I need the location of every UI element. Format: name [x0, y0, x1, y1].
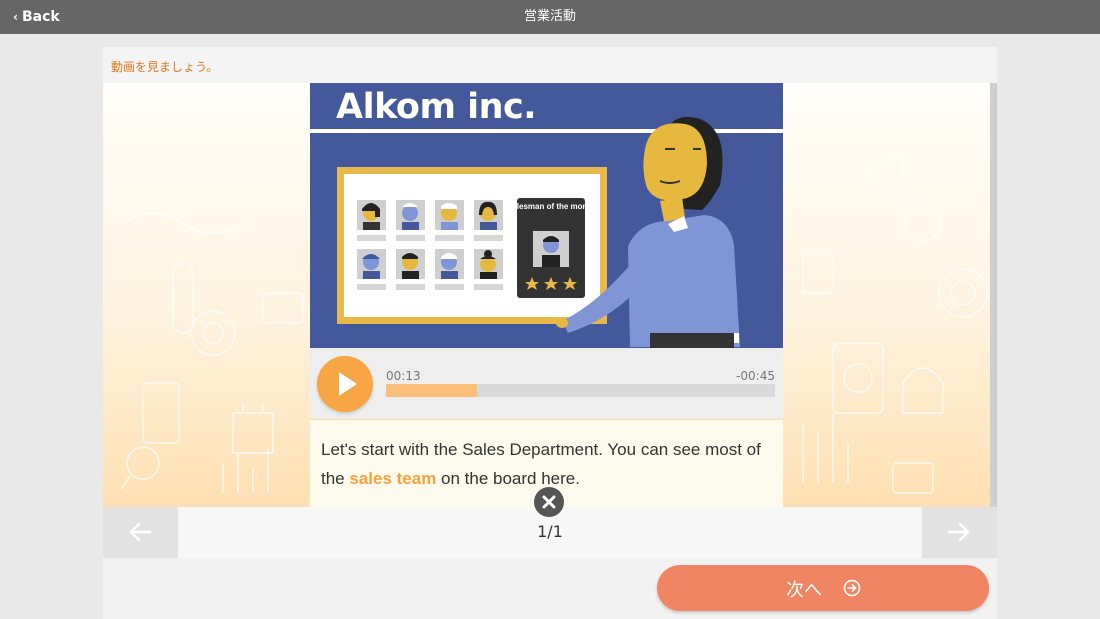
play-button[interactable] — [317, 356, 373, 412]
page-indicator: 1/1 — [537, 522, 563, 541]
caption-highlight: sales team — [349, 469, 437, 488]
remaining-time: -00:45 — [736, 369, 775, 383]
page-title: 営業活動 — [523, 9, 576, 24]
next-page-button[interactable] — [922, 507, 997, 558]
next-button-label: 次へ — [786, 580, 822, 601]
arrow-circle-right-icon — [843, 579, 861, 597]
progress-fill — [386, 384, 478, 397]
scrollbar[interactable] — [990, 83, 997, 507]
caption-text: Let's start with the Sales Department. Y… — [321, 435, 771, 493]
next-button[interactable]: 次へ — [657, 565, 989, 611]
lesson-card: Salesman of the month Alkom inc. 00:13 -… — [310, 83, 783, 507]
play-icon — [339, 372, 357, 396]
caption-after: on the board here. — [436, 469, 580, 488]
close-icon — [542, 495, 556, 509]
video-player-controls: 00:13 -00:45 — [310, 348, 783, 418]
arrow-right-icon — [947, 522, 970, 542]
current-time: 00:13 — [386, 369, 421, 383]
video-title: Alkom inc. — [336, 87, 537, 127]
instruction-text: 動画を見ましょう。 — [111, 60, 219, 74]
close-caption-button[interactable] — [534, 487, 564, 517]
video-frame[interactable]: Salesman of the month Alkom inc. — [310, 83, 783, 348]
lesson-panel: 動画を見ましょう。 Salesman of the month Alkom in… — [103, 47, 997, 619]
instruction-bar: 動画を見ましょう。 — [103, 47, 997, 83]
progress-bar[interactable] — [386, 384, 775, 397]
top-bar: ‹ Back 営業活動 — [0, 0, 1100, 34]
content-stage: Salesman of the month Alkom inc. 00:13 -… — [103, 83, 997, 507]
board-card-title: Salesman of the month — [507, 202, 595, 211]
